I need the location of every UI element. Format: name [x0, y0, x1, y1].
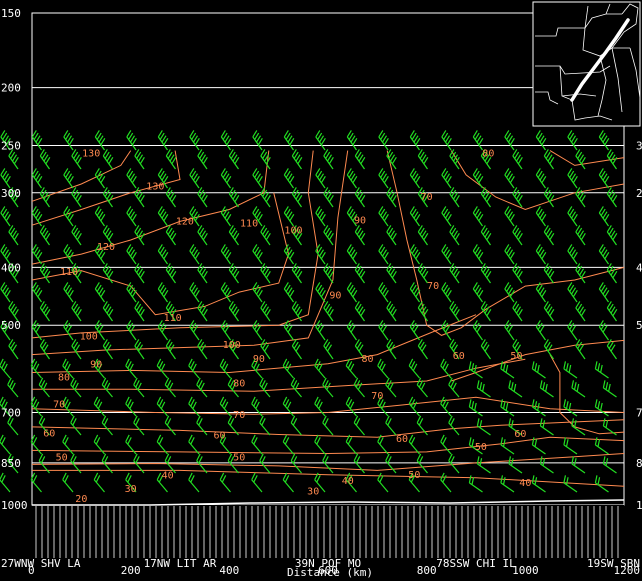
- x-tick-label: 400: [219, 564, 239, 577]
- isotach-label: 100: [80, 331, 98, 342]
- isotach-label: 60: [514, 429, 526, 440]
- isotach-label: 60: [453, 351, 465, 362]
- y-right-tick-label: 7: [636, 406, 642, 419]
- station-label: 17NW LIT AR: [144, 557, 217, 570]
- isotach-label: 70: [421, 192, 433, 203]
- isotach-label: 110: [60, 267, 78, 278]
- isotach-label: 120: [176, 216, 194, 227]
- station-label: 19SW SBN: [587, 557, 640, 570]
- isotach-label: 70: [53, 400, 65, 411]
- isotach-label: 80: [482, 149, 494, 160]
- station-label: 27WNW SHV LA: [1, 557, 81, 570]
- isotach-label: 110: [164, 313, 182, 324]
- isotach-label: 70: [371, 391, 383, 402]
- isotach-label: 70: [427, 281, 439, 292]
- isotach-label: 90: [253, 354, 265, 365]
- isotach-label: 130: [82, 149, 100, 160]
- y-right-tick-label: 4: [636, 261, 642, 274]
- isotach-label: 50: [408, 470, 420, 481]
- isotach-label: 80: [361, 354, 373, 365]
- y-tick-label: 200: [1, 82, 21, 95]
- isotach-label: 30: [125, 484, 137, 495]
- isotach-label: 40: [342, 476, 354, 487]
- isotach-label: 100: [284, 226, 302, 237]
- y-right-tick-label: 3: [636, 139, 642, 152]
- isotach-label: 60: [396, 434, 408, 445]
- isotach-label: 110: [240, 219, 258, 230]
- x-axis-label: Distance (km): [287, 566, 373, 579]
- isotach-label: 40: [162, 470, 174, 481]
- isotach-label: 80: [233, 379, 245, 390]
- y-right-tick-label: 5: [636, 319, 642, 332]
- y-tick-label: 1000: [1, 499, 28, 512]
- station-label: 78SSW CHI IL: [436, 557, 516, 570]
- map-inset-frame: [532, 1, 641, 127]
- isotach-label: 90: [354, 216, 366, 227]
- isotach-label: 40: [519, 478, 531, 489]
- y-tick-label: 500: [1, 319, 21, 332]
- y-right-tick-label: 2: [636, 187, 642, 200]
- isotach-label: 50: [510, 351, 522, 362]
- y-tick-label: 300: [1, 187, 21, 200]
- y-axis-right-ticks: 3 4 5 7 8 1 2: [636, 139, 642, 512]
- y-right-tick-label: 1: [636, 499, 642, 512]
- isotach-label: 90: [90, 360, 102, 371]
- isotach-label: 70: [233, 410, 245, 421]
- terrain-fill: [32, 499, 625, 560]
- terrain-base: [32, 505, 624, 560]
- cross-section-chart: 1301301201201101009070801101109070100100…: [0, 0, 642, 581]
- isotach-label: 100: [223, 340, 241, 351]
- isotach-label: 80: [58, 373, 70, 384]
- isotach-label: 50: [475, 442, 487, 453]
- y-right-tick-label: 8: [636, 457, 642, 470]
- isotach-label: 60: [213, 431, 225, 442]
- isotach-label: 50: [233, 452, 245, 463]
- isotach-label: 120: [97, 242, 115, 253]
- y-tick-label: 400: [1, 261, 21, 274]
- isotach-label: 20: [75, 494, 87, 505]
- isotach-label: 130: [146, 182, 164, 193]
- map-inset: [532, 1, 641, 127]
- y-tick-label: 700: [1, 406, 21, 419]
- isotach-label: 30: [307, 487, 319, 498]
- y-tick-label: 250: [1, 139, 21, 152]
- isotach-label: 50: [56, 452, 68, 463]
- y-tick-label: 850: [1, 457, 21, 470]
- y-tick-label: 150: [1, 7, 21, 20]
- isotach-label: 60: [43, 428, 55, 439]
- x-tick-label: 1000: [512, 564, 539, 577]
- x-tick-label: 200: [121, 564, 141, 577]
- isotach-label: 90: [329, 291, 341, 302]
- x-tick-label: 800: [417, 564, 437, 577]
